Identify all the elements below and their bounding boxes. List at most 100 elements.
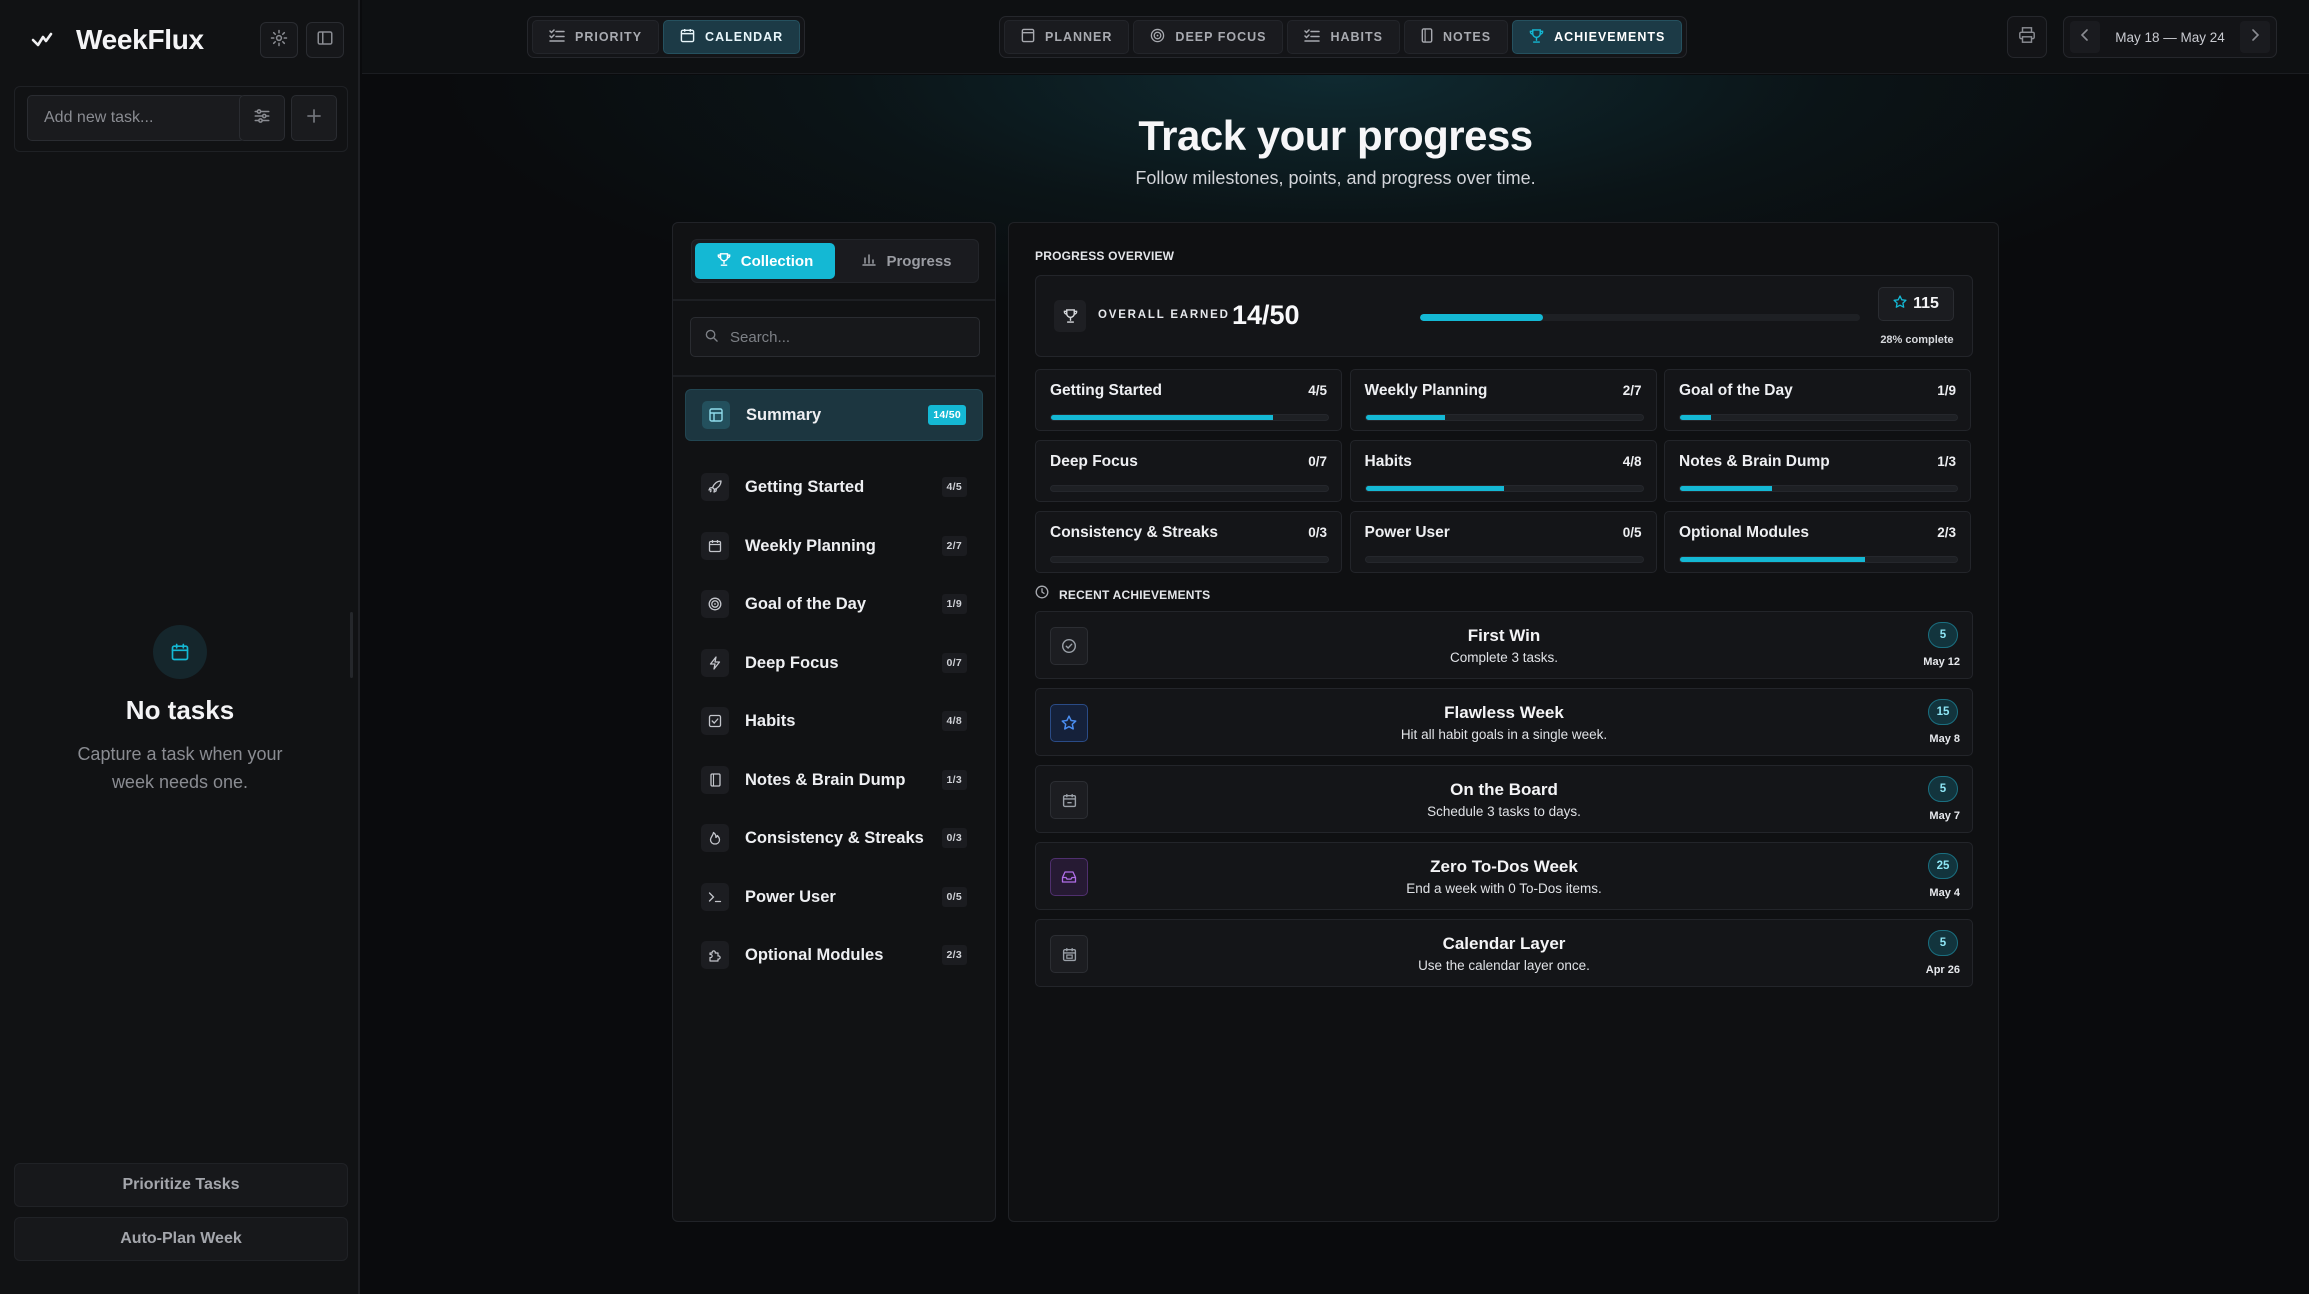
auto-plan-week-button[interactable]: Auto-Plan Week xyxy=(14,1217,348,1261)
category-weekly-planning[interactable]: Weekly Planning 2/7 xyxy=(685,520,983,572)
empty-state-subtitle: Capture a task when your week needs one. xyxy=(77,744,283,792)
calendar-board-icon xyxy=(1050,781,1088,819)
tab-deep-focus[interactable]: DEEP FOCUS xyxy=(1133,20,1284,54)
tab-notes-label: NOTES xyxy=(1443,30,1492,44)
collapse-sidebar-button[interactable] xyxy=(306,22,344,58)
star-icon xyxy=(1050,704,1088,742)
terminal-icon xyxy=(701,883,729,911)
layout-icon xyxy=(702,401,730,429)
category-progress-bar xyxy=(1050,556,1329,563)
tab-priority[interactable]: PRIORITY xyxy=(532,20,660,54)
achievement-points-badge: 5 xyxy=(1928,930,1958,956)
achievement-row[interactable]: Zero To-Dos Week End a week with 0 To-Dos… xyxy=(1035,842,1973,910)
achievement-row[interactable]: First Win Complete 3 tasks. 5 May 12 xyxy=(1035,611,1973,679)
points-value: 115 xyxy=(1913,295,1939,312)
progress-overview-panel: PROGRESS OVERVIEW OVERALL EARNED 14/50 1… xyxy=(1008,222,1999,1222)
category-progress-card[interactable]: Habits 4/8 xyxy=(1349,440,1657,502)
calendar-icon xyxy=(680,28,695,46)
category-notes-brain-dump[interactable]: Notes & Brain Dump 1/3 xyxy=(685,754,983,806)
category-progress-card[interactable]: Optional Modules 2/3 xyxy=(1664,511,1971,573)
view-toggle: PRIORITY CALENDAR xyxy=(527,16,806,58)
category-label: Notes & Brain Dump xyxy=(745,770,906,789)
category-progress-name: Consistency & Streaks xyxy=(1050,524,1218,541)
category-progress-count: 4/8 xyxy=(1622,454,1642,469)
achievement-title: First Win xyxy=(1467,626,1541,645)
achievement-row[interactable]: Calendar Layer Use the calendar layer onc… xyxy=(1035,919,1973,987)
category-getting-started[interactable]: Getting Started 4/5 xyxy=(685,461,983,513)
category-label: Habits xyxy=(745,711,796,730)
tab-progress[interactable]: Progress xyxy=(838,243,976,279)
tab-habits[interactable]: HABITS xyxy=(1287,20,1400,54)
category-progress-card[interactable]: Goal of the Day 1/9 xyxy=(1664,369,1971,431)
tab-notes[interactable]: NOTES xyxy=(1404,20,1509,54)
print-button[interactable] xyxy=(2007,16,2047,58)
category-badge: 2/3 xyxy=(941,945,967,965)
achievement-date: May 12 xyxy=(1923,656,1960,668)
category-label: Goal of the Day xyxy=(745,594,867,613)
overall-progress-fill xyxy=(1420,314,1544,321)
next-week-button[interactable] xyxy=(2239,21,2270,53)
lightning-icon xyxy=(701,649,729,677)
search-icon xyxy=(705,329,718,346)
category-progress-card[interactable]: Weekly Planning 2/7 xyxy=(1349,369,1657,431)
category-progress-card[interactable]: Getting Started 4/5 xyxy=(1035,369,1342,431)
add-task-input[interactable]: Add new task... xyxy=(27,95,245,141)
category-progress-count: 0/5 xyxy=(1622,525,1642,540)
prioritize-tasks-button[interactable]: Prioritize Tasks xyxy=(14,1163,348,1207)
settings-button[interactable] xyxy=(260,22,298,58)
category-progress-bar xyxy=(1364,485,1644,492)
category-progress-bar xyxy=(1050,485,1329,492)
category-badge: 1/3 xyxy=(941,770,967,790)
category-deep-focus[interactable]: Deep Focus 0/7 xyxy=(685,637,983,689)
category-progress-card[interactable]: Deep Focus 0/7 xyxy=(1035,440,1342,502)
category-progress-name: Getting Started xyxy=(1050,382,1162,399)
tab-collection[interactable]: Collection xyxy=(695,243,835,279)
category-progress-card[interactable]: Consistency & Streaks 0/3 xyxy=(1035,511,1342,573)
achievement-date: Apr 26 xyxy=(1925,964,1960,976)
category-progress-name: Goal of the Day xyxy=(1679,382,1793,399)
planner-icon xyxy=(1021,28,1035,46)
category-progress-bar xyxy=(1364,556,1644,563)
category-goal-of-the-day[interactable]: Goal of the Day 1/9 xyxy=(685,578,983,630)
star-icon xyxy=(1893,294,1907,314)
category-progress-count: 1/9 xyxy=(1937,383,1956,398)
brand-name: WeekFlux xyxy=(76,24,204,55)
target-icon xyxy=(1150,28,1165,46)
category-badge: 0/7 xyxy=(941,653,967,673)
achievement-row[interactable]: Flawless Week Hit all habit goals in a si… xyxy=(1035,688,1973,756)
category-badge: 14/50 xyxy=(928,405,966,425)
achievement-row[interactable]: On the Board Schedule 3 tasks to days. 5 Ma… xyxy=(1035,765,1973,833)
category-progress-name: Power User xyxy=(1364,524,1450,541)
add-task-area: Add new task... xyxy=(14,86,348,152)
empty-state-title: No tasks xyxy=(125,695,235,725)
achievement-search-input[interactable]: Search... xyxy=(690,317,980,357)
tab-planner[interactable]: PLANNER xyxy=(1004,20,1130,54)
category-badge: 0/3 xyxy=(941,828,967,848)
category-progress-card[interactable]: Power User 0/5 xyxy=(1349,511,1657,573)
category-progress-name: Deep Focus xyxy=(1050,453,1138,470)
brand[interactable]: WeekFlux xyxy=(28,22,204,58)
tab-achievements[interactable]: ACHIEVEMENTS xyxy=(1512,20,1683,54)
achievement-description: Use the calendar layer once. xyxy=(1418,958,1590,973)
previous-week-button[interactable] xyxy=(2070,21,2100,53)
category-badge: 1/9 xyxy=(941,594,967,614)
tab-calendar[interactable]: CALENDAR xyxy=(663,20,801,54)
category-progress-card[interactable]: Notes & Brain Dump 1/3 xyxy=(1664,440,1971,502)
search-placeholder: Search... xyxy=(730,328,791,346)
category-consistency-streaks[interactable]: Consistency & Streaks 0/3 xyxy=(685,812,983,864)
rocket-icon xyxy=(701,473,729,501)
category-label: Summary xyxy=(746,405,822,424)
category-power-user[interactable]: Power User 0/5 xyxy=(685,871,983,923)
task-options-button[interactable] xyxy=(239,95,285,141)
puzzle-icon xyxy=(701,941,729,969)
add-task-button[interactable] xyxy=(291,95,337,141)
category-label: Weekly Planning xyxy=(745,536,876,555)
category-label: Getting Started xyxy=(745,477,865,496)
category-habits[interactable]: Habits 4/8 xyxy=(685,695,983,747)
trophy-icon xyxy=(1529,28,1544,47)
tab-habits-label: HABITS xyxy=(1330,30,1383,44)
category-optional-modules[interactable]: Optional Modules 2/3 xyxy=(685,929,983,981)
checkbox-icon xyxy=(701,707,729,735)
achievement-date: May 8 xyxy=(1929,733,1960,745)
category-summary[interactable]: Summary 14/50 xyxy=(685,389,983,441)
